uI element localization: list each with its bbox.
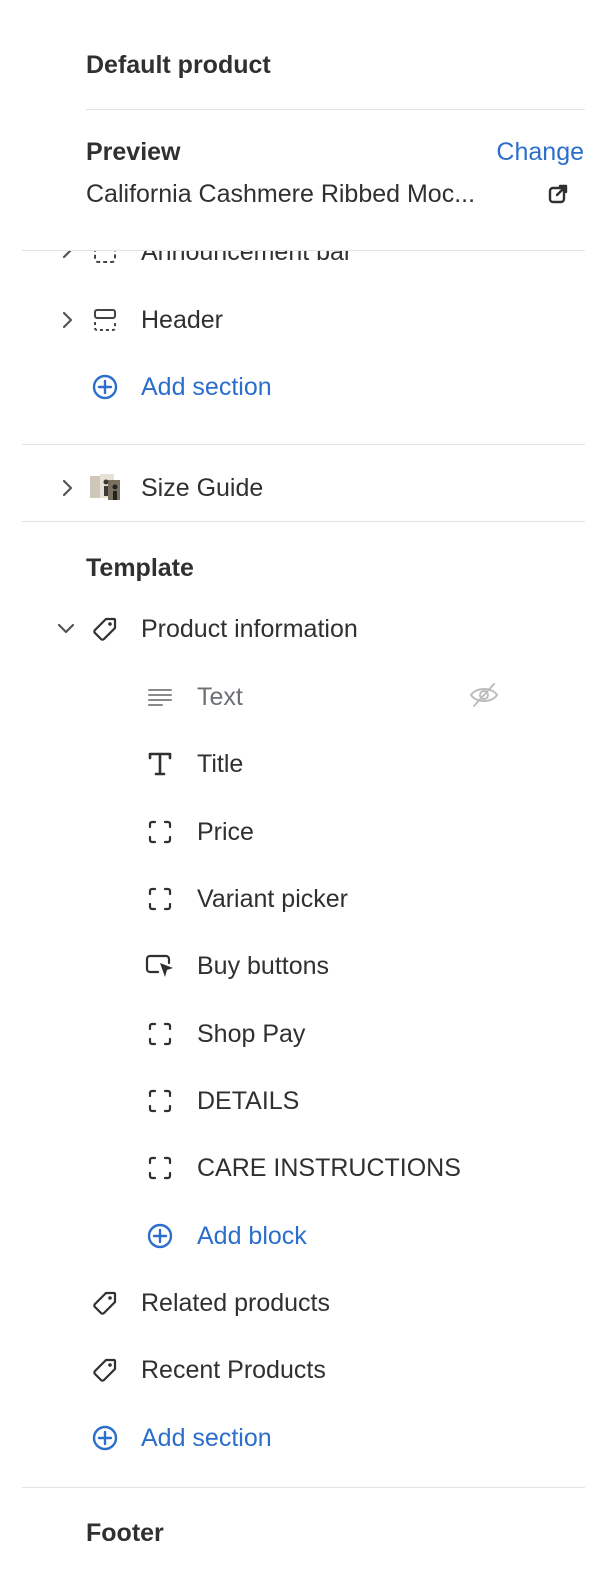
block-label: Title [197, 750, 244, 778]
block-shop-pay[interactable]: Shop Pay [0, 1012, 612, 1056]
add-section-label: Add section [141, 373, 272, 401]
block-text[interactable]: Text [0, 675, 612, 719]
add-block-label: Add block [197, 1222, 307, 1250]
divider [22, 521, 585, 522]
divider [22, 444, 585, 445]
text-lines-icon [145, 682, 175, 712]
add-section-button[interactable]: Add section [0, 1416, 612, 1460]
section-announcement-bar[interactable]: Announcement bar [0, 251, 612, 271]
add-block-button[interactable]: Add block [0, 1214, 612, 1258]
section-label: Announcement bar [141, 251, 353, 266]
block-variant-picker[interactable]: Variant picker [0, 877, 612, 921]
section-size-guide[interactable]: Size Guide [0, 466, 612, 510]
block-title[interactable]: Title [0, 742, 612, 786]
plus-circle-icon [90, 372, 120, 402]
chevron-right-icon [56, 309, 78, 331]
divider [22, 1487, 585, 1488]
section-product-information[interactable]: Product information [0, 607, 612, 651]
block-label: Text [197, 683, 243, 711]
size-guide-thumbnail-icon [88, 472, 122, 504]
block-care-instructions[interactable]: CARE INSTRUCTIONS [0, 1146, 612, 1190]
section-header[interactable]: Header [0, 298, 612, 342]
tag-icon [90, 1288, 120, 1318]
add-section-label: Add section [141, 1424, 272, 1452]
external-link-icon[interactable] [546, 182, 570, 206]
preview-product-name[interactable]: California Cashmere Ribbed Moc... [86, 179, 475, 209]
block-label: CARE INSTRUCTIONS [197, 1154, 461, 1182]
section-icon [90, 251, 120, 267]
footer-heading: Footer [86, 1519, 164, 1547]
cursor-button-icon [144, 951, 176, 981]
block-icon [145, 884, 175, 914]
section-label: Size Guide [141, 474, 264, 502]
block-label: Shop Pay [197, 1020, 306, 1048]
block-icon [145, 1153, 175, 1183]
block-label: Buy buttons [197, 952, 330, 980]
block-label: Price [197, 818, 254, 846]
title-icon [145, 749, 175, 779]
plus-circle-icon [90, 1423, 120, 1453]
tag-icon [90, 614, 120, 644]
section-label: Product information [141, 615, 358, 643]
block-icon [145, 1086, 175, 1116]
template-heading: Template [86, 554, 194, 582]
block-icon [145, 1019, 175, 1049]
header-layout-icon [90, 305, 120, 335]
add-section-button[interactable]: Add section [0, 365, 612, 409]
section-recent-products[interactable]: Recent Products [0, 1348, 612, 1392]
chevron-right-icon [56, 477, 78, 499]
tag-icon [90, 1355, 120, 1385]
section-label: Related products [141, 1289, 331, 1317]
section-label: Recent Products [141, 1356, 326, 1384]
eye-hidden-icon[interactable] [467, 680, 501, 710]
block-buy-buttons[interactable]: Buy buttons [0, 944, 612, 988]
section-related-products[interactable]: Related products [0, 1281, 612, 1325]
block-price[interactable]: Price [0, 810, 612, 854]
chevron-down-icon [54, 618, 78, 640]
block-label: Variant picker [197, 885, 348, 913]
page-title: Default product [86, 51, 271, 79]
change-preview-link[interactable]: Change [496, 137, 584, 167]
block-details[interactable]: DETAILS [0, 1079, 612, 1123]
block-icon [145, 817, 175, 847]
block-label: DETAILS [197, 1087, 300, 1115]
section-label: Header [141, 306, 223, 334]
chevron-right-icon [56, 251, 78, 261]
plus-circle-icon [145, 1221, 175, 1251]
divider [86, 109, 585, 110]
preview-label: Preview [86, 138, 181, 166]
